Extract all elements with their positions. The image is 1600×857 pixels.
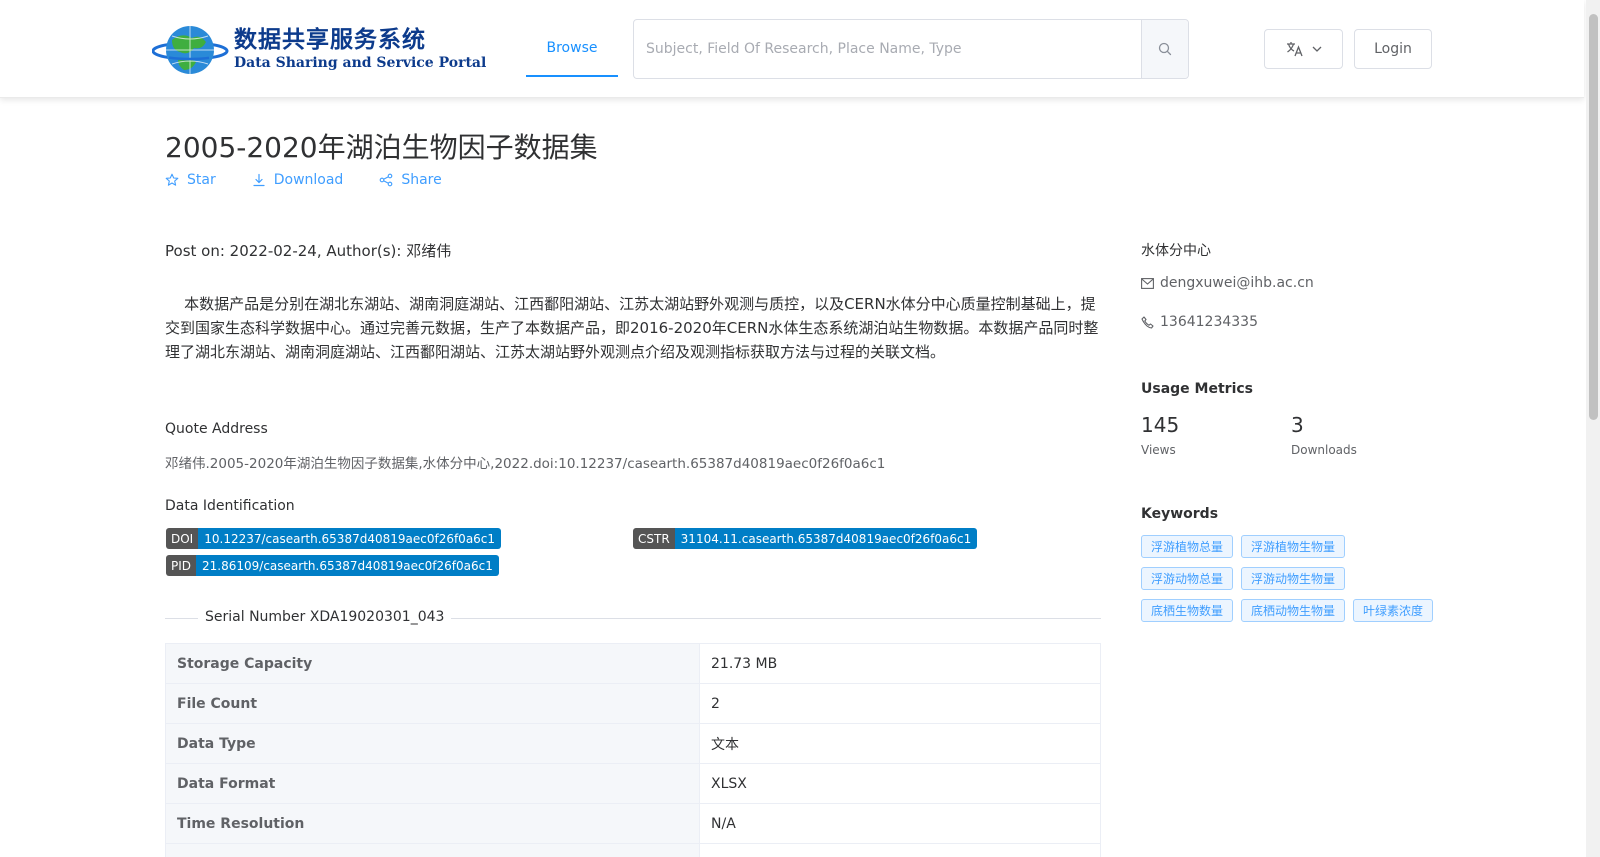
- dataset-info-table: Storage Capacity 21.73 MB File Count 2 Dat…: [165, 643, 1101, 857]
- downloads-label: Downloads: [1291, 443, 1357, 457]
- keyword-tag[interactable]: 底栖动物生物量: [1241, 599, 1346, 622]
- logo-title-en: Data Sharing and Service Portal: [234, 55, 487, 71]
- table-key: File Count: [165, 683, 700, 724]
- phone-icon: [1141, 315, 1154, 329]
- table-value: 21.73 MB: [699, 643, 1101, 684]
- table-row: Data Format XLSX: [165, 763, 1101, 804]
- keyword-tag[interactable]: 浮游动物生物量: [1241, 567, 1346, 590]
- table-row: Storage Capacity 21.73 MB: [165, 643, 1101, 684]
- quote-address-text: 邓绪伟.2005-2020年湖泊生物因子数据集,水体分中心,2022.doi:1…: [165, 456, 886, 472]
- contact-phone: 13641234335: [1141, 314, 1258, 330]
- keyword-tag[interactable]: 底栖生物数量: [1141, 599, 1234, 622]
- pid-badge-key: PID: [166, 555, 197, 576]
- page-scrollbar[interactable]: [1586, 0, 1600, 857]
- download-button[interactable]: Download: [252, 172, 344, 188]
- share-button[interactable]: Share: [379, 172, 442, 188]
- keyword-tag[interactable]: 叶绿素浓度: [1353, 599, 1434, 622]
- data-center-name: 水体分中心: [1141, 243, 1211, 259]
- pid-badge[interactable]: PID 21.86109/casearth.65387d40819aec0f26…: [166, 555, 499, 576]
- logo-text: 数据共享服务系统 Data Sharing and Service Portal: [234, 26, 486, 72]
- doi-badge-key: DOI: [166, 528, 199, 549]
- search-bar: [633, 19, 1189, 79]
- serial-number: Serial Number XDA19020301_043: [198, 609, 452, 625]
- language-switch-button[interactable]: [1264, 29, 1343, 69]
- views-label: Views: [1141, 443, 1176, 457]
- mail-icon: [1141, 277, 1154, 289]
- table-row: Data Type 文本: [165, 723, 1101, 764]
- keyword-tag[interactable]: 浮游植物生物量: [1241, 535, 1346, 558]
- chevron-down-icon: [1312, 46, 1321, 52]
- share-label: Share: [401, 172, 442, 188]
- table-key: Data Format: [165, 763, 700, 804]
- table-value: 文本: [699, 723, 1101, 764]
- table-key: [165, 843, 700, 857]
- table-key: Time Resolution: [165, 803, 700, 844]
- globe-logo-icon: [151, 20, 230, 78]
- contact-phone-text: 13641234335: [1160, 314, 1258, 330]
- data-identification-label: Data Identification: [165, 498, 295, 514]
- table-value: [699, 843, 1101, 857]
- dataset-abstract: 本数据产品是分别在湖北东湖站、湖南洞庭湖站、江西鄱阳湖站、江苏太湖站野外观测与质…: [165, 295, 1099, 361]
- quote-address-label: Quote Address: [165, 421, 268, 437]
- table-row: [165, 843, 1101, 857]
- table-value: XLSX: [699, 763, 1101, 804]
- download-icon: [253, 173, 265, 187]
- cstr-badge-value: 31104.11.casearth.65387d40819aec0f26f0a6…: [674, 528, 978, 549]
- dataset-title: 2005-2020年湖泊生物因子数据集: [165, 131, 598, 164]
- translate-icon: [1286, 42, 1303, 57]
- downloads-count: 3: [1291, 413, 1304, 437]
- doi-badge-value: 10.12237/casearth.65387d40819aec0f26f0a6…: [198, 528, 502, 549]
- keyword-tag[interactable]: 浮游动物总量: [1141, 567, 1234, 590]
- table-key: Data Type: [165, 723, 700, 764]
- cstr-badge[interactable]: CSTR 31104.11.casearth.65387d40819aec0f2…: [633, 528, 978, 549]
- star-label: Star: [187, 172, 216, 188]
- usage-metrics-title: Usage Metrics: [1141, 381, 1253, 397]
- top-header: 数据共享服务系统 Data Sharing and Service Portal…: [0, 0, 1584, 98]
- login-button[interactable]: Login: [1354, 29, 1432, 69]
- logo-title-cn: 数据共享服务系统: [234, 27, 426, 53]
- dataset-actions: Star Download Share: [165, 172, 442, 188]
- star-icon: [165, 173, 179, 186]
- pid-badge-value: 21.86109/casearth.65387d40819aec0f26f0a6…: [196, 555, 499, 576]
- search-input[interactable]: [634, 20, 1141, 78]
- table-row: Time Resolution N/A: [165, 803, 1101, 844]
- keyword-tag[interactable]: 浮游植物总量: [1141, 535, 1234, 558]
- portal-logo[interactable]: 数据共享服务系统 Data Sharing and Service Portal: [151, 20, 486, 78]
- search-icon: [1158, 42, 1172, 56]
- doi-badge[interactable]: DOI 10.12237/casearth.65387d40819aec0f26…: [166, 528, 502, 549]
- contact-email-text: dengxuwei@ihb.ac.cn: [1160, 275, 1314, 291]
- views-count: 145: [1141, 413, 1180, 437]
- table-value: 2: [699, 683, 1101, 724]
- scrollbar-thumb[interactable]: [1589, 14, 1598, 420]
- post-info: Post on: 2022-02-24, Author(s): 邓绪伟: [165, 242, 452, 260]
- star-button[interactable]: Star: [165, 172, 216, 188]
- search-button[interactable]: [1141, 20, 1188, 78]
- download-label: Download: [273, 172, 344, 188]
- share-icon: [379, 173, 393, 187]
- keywords-title: Keywords: [1141, 506, 1219, 522]
- table-row: File Count 2: [165, 683, 1101, 724]
- cstr-badge-key: CSTR: [633, 528, 675, 549]
- nav-browse-tab[interactable]: Browse: [526, 20, 618, 77]
- contact-email: dengxuwei@ihb.ac.cn: [1141, 275, 1314, 291]
- table-value: N/A: [699, 803, 1101, 844]
- table-key: Storage Capacity: [165, 643, 700, 684]
